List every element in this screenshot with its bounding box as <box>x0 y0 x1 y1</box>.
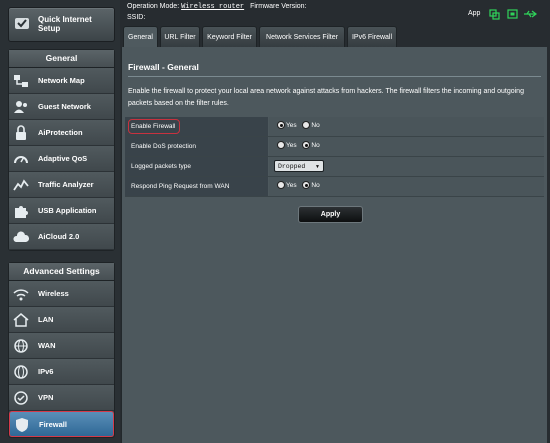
ssid-label: SSID: <box>127 14 146 21</box>
app-link[interactable]: App <box>468 10 480 17</box>
setting-label: Enable DoS protection <box>131 143 197 150</box>
shield-icon <box>14 417 30 433</box>
sidebar-item-ipv6[interactable]: IPv6 <box>9 359 114 385</box>
operation-mode-link[interactable]: Wireless router <box>181 3 244 11</box>
usb-status-icon[interactable] <box>524 10 537 18</box>
sidebar-item-label: Firewall <box>39 420 67 429</box>
sidebar-item-usb-application[interactable]: USB Application <box>9 198 114 224</box>
wifi-status-icon[interactable] <box>507 9 518 19</box>
speedometer-icon <box>13 151 29 167</box>
sidebar-item-label: LAN <box>38 315 54 324</box>
sidebar-item-network-map[interactable]: Network Map <box>9 68 114 94</box>
network-status-icon[interactable] <box>489 9 500 20</box>
enable-firewall-options: Yes No <box>277 121 324 129</box>
sidebar-item-label: Adaptive QoS <box>38 154 88 163</box>
page-title: Firewall - General <box>128 62 199 72</box>
logged-packets-type-select[interactable]: Dropped ▼ <box>274 160 324 172</box>
sidebar-item-label: WAN <box>38 341 56 350</box>
status-icons <box>488 7 548 25</box>
apply-button[interactable]: Apply <box>298 206 363 223</box>
tab-network-services-filter[interactable]: Network Services Filter <box>259 26 345 47</box>
respond-ping-no-radio[interactable]: No <box>302 181 320 189</box>
sidebar-item-aicloud[interactable]: AiCloud 2.0 <box>9 224 114 250</box>
sidebar: Quick Internet Setup General Network Map… <box>0 0 120 443</box>
general-menu-title: General <box>9 50 114 68</box>
sidebar-item-aiprotection[interactable]: AiProtection <box>9 120 114 146</box>
chart-line-icon <box>13 177 29 193</box>
setting-label: Respond Ping Request from WAN <box>131 183 230 190</box>
network-map-icon <box>13 73 29 89</box>
sidebar-item-adaptive-qos[interactable]: Adaptive QoS <box>9 146 114 172</box>
sidebar-item-guest-network[interactable]: Guest Network <box>9 94 114 120</box>
top-status-bar: Operation Mode: Wireless router Firmware… <box>120 0 550 24</box>
enable-dos-options: Yes No <box>277 141 324 149</box>
wizard-icon <box>14 16 30 37</box>
sidebar-item-label: AiCloud 2.0 <box>38 232 80 241</box>
vpn-icon <box>13 390 29 406</box>
sidebar-item-firewall[interactable]: Firewall <box>9 411 114 437</box>
sidebar-item-lan[interactable]: LAN <box>9 307 114 333</box>
table-row: Respond Ping Request from WAN Yes No <box>125 177 544 197</box>
title-divider <box>128 76 541 77</box>
operation-mode-label: Operation Mode: <box>127 3 180 10</box>
puzzle-icon <box>13 203 29 219</box>
sidebar-item-traffic-analyzer[interactable]: Traffic Analyzer <box>9 172 114 198</box>
sidebar-item-vpn[interactable]: VPN <box>9 385 114 411</box>
tab-url-filter[interactable]: URL Filter <box>160 26 200 47</box>
guest-network-icon <box>13 99 29 115</box>
table-row: Logged packets type Dropped ▼ <box>125 157 544 177</box>
main-content: Firewall - General Enable the firewall t… <box>121 47 547 443</box>
sidebar-item-label: Wireless <box>38 289 69 298</box>
enable-dos-no-radio[interactable]: No <box>302 141 320 149</box>
sidebar-item-label: Traffic Analyzer <box>38 180 94 189</box>
ipv6-globe-icon <box>13 364 29 380</box>
chevron-down-icon: ▼ <box>315 164 320 170</box>
table-row: Enable DoS protection Yes No <box>125 137 544 157</box>
sidebar-item-label: VPN <box>38 393 54 402</box>
quick-internet-setup-button[interactable]: Quick Internet Setup <box>8 7 115 42</box>
setting-label: Logged packets type <box>131 163 191 170</box>
lock-icon <box>13 125 29 141</box>
sidebar-item-label: AiProtection <box>38 128 83 137</box>
sidebar-item-wan[interactable]: WAN <box>9 333 114 359</box>
sidebar-item-label: Network Map <box>38 76 85 85</box>
respond-ping-options: Yes No <box>277 181 324 189</box>
sidebar-item-label: IPv6 <box>38 367 54 376</box>
tab-general[interactable]: General <box>123 26 158 47</box>
advanced-settings-menu: Advanced Settings Wireless LAN WAN IPv6 … <box>8 262 115 438</box>
quick-internet-setup-label: Quick Internet Setup <box>38 15 92 33</box>
home-icon <box>13 312 29 328</box>
cloud-icon <box>13 229 30 245</box>
general-menu: General Network Map Guest Network AiProt… <box>8 49 115 251</box>
wifi-icon <box>13 286 29 302</box>
select-value: Dropped <box>278 163 306 170</box>
enable-firewall-no-radio[interactable]: No <box>302 121 320 129</box>
setting-label: Enable Firewall <box>131 123 176 130</box>
enable-dos-yes-radio[interactable]: Yes <box>277 141 297 149</box>
enable-firewall-yes-radio[interactable]: Yes <box>277 121 297 129</box>
page-description: Enable the firewall to protect your loca… <box>128 88 524 107</box>
tab-ipv6-firewall[interactable]: IPv6 Firewall <box>347 26 397 47</box>
sidebar-item-label: USB Application <box>38 206 97 215</box>
advanced-settings-title: Advanced Settings <box>9 263 114 281</box>
globe-icon <box>13 338 29 354</box>
firmware-version-label: Firmware Version: <box>250 3 307 10</box>
respond-ping-yes-radio[interactable]: Yes <box>277 181 297 189</box>
tab-keyword-filter[interactable]: Keyword Filter <box>202 26 257 47</box>
sidebar-item-wireless[interactable]: Wireless <box>9 281 114 307</box>
operation-mode: Operation Mode: Wireless router Firmware… <box>127 3 306 11</box>
sidebar-item-label: Guest Network <box>38 102 91 111</box>
settings-table: Enable Firewall Yes No Enable DoS protec… <box>125 117 544 197</box>
table-row: Enable Firewall Yes No <box>125 117 544 137</box>
